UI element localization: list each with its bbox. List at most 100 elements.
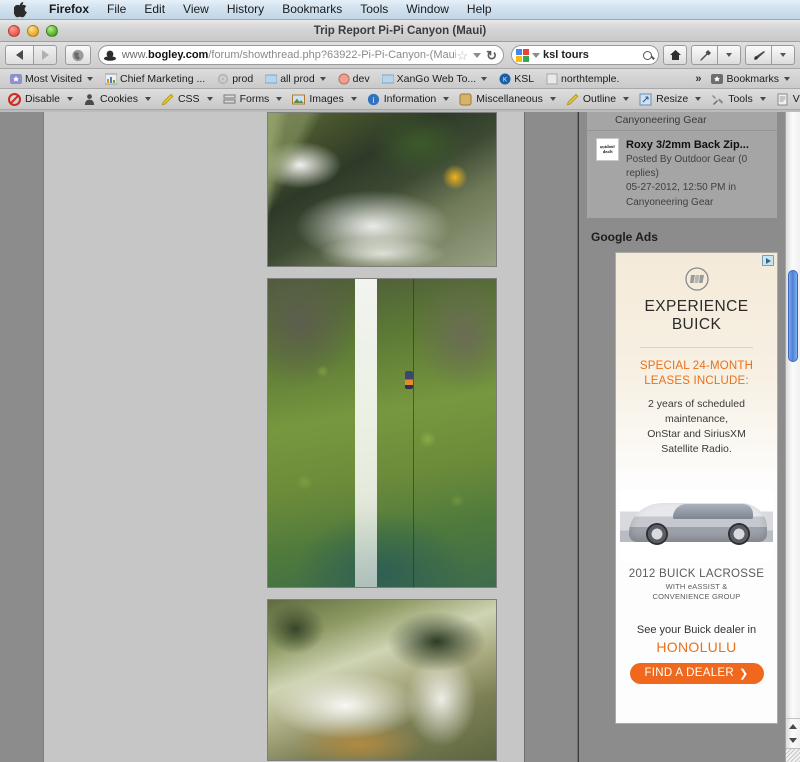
bookmark-prod[interactable]: prod: [211, 70, 259, 87]
bookmarks-folder-icon: [711, 73, 724, 85]
menu-item-view[interactable]: View: [174, 0, 218, 19]
menu-item-edit[interactable]: Edit: [135, 0, 174, 19]
search-input[interactable]: ksl tours: [540, 49, 643, 61]
bookmarks-menu-button[interactable]: Bookmarks: [705, 70, 796, 87]
pipette-dropdown-button[interactable]: [717, 45, 741, 65]
os-menu-bar: Firefox File Edit View History Bookmarks…: [0, 0, 800, 20]
cascade-pool-photo[interactable]: [267, 599, 497, 761]
menu-item-help[interactable]: Help: [458, 0, 501, 19]
chevron-down-icon: [87, 76, 93, 81]
vertical-scrollbar[interactable]: [785, 112, 800, 762]
bookmarks-menu-label: Bookmarks: [726, 72, 779, 85]
scrollbar-track[interactable]: [786, 112, 800, 718]
recent-post-item[interactable]: outdoor deals Roxy 3/2mm Back Zip... Pos…: [587, 131, 777, 219]
home-button[interactable]: [663, 45, 687, 65]
chevron-down-icon: [319, 76, 326, 81]
bookmark-northtemple[interactable]: northtemple.: [540, 70, 625, 87]
post-content-column: [240, 112, 524, 762]
window-resize-grip[interactable]: [786, 748, 800, 762]
globe-icon: [72, 49, 84, 61]
apple-logo-icon[interactable]: [14, 2, 28, 18]
devtool-css[interactable]: CSS: [156, 93, 218, 106]
zoom-button[interactable]: [46, 24, 58, 37]
devtool-forms[interactable]: Forms: [218, 93, 288, 106]
car-front-wheel: [645, 522, 668, 545]
minimize-button[interactable]: [27, 24, 39, 37]
reload-icon[interactable]: ↻: [486, 49, 497, 62]
adchoices-icon[interactable]: [762, 255, 774, 267]
devtool-resize[interactable]: Resize: [634, 93, 706, 106]
bookmark-xango-web-tools[interactable]: XanGo Web To...: [376, 70, 494, 87]
bookmark-dev[interactable]: dev: [332, 70, 376, 87]
color-picker-tool[interactable]: [691, 45, 741, 65]
chevron-down-icon: [350, 97, 357, 101]
measure-dropdown-button[interactable]: [771, 45, 795, 65]
buick-lacrosse-car-image: [620, 489, 773, 562]
waterfall-rappel-photo[interactable]: [267, 278, 497, 588]
menu-item-window[interactable]: Window: [397, 0, 458, 19]
search-engine-chevron-icon[interactable]: [532, 52, 540, 58]
site-identity-button[interactable]: [65, 45, 91, 65]
google-ad-buick[interactable]: EXPERIENCE BUICK SPECIAL 24-MONTH LEASES…: [615, 252, 778, 725]
bookmark-label: northtemple.: [561, 72, 620, 85]
devtool-tools[interactable]: Tools: [706, 93, 771, 106]
search-icon[interactable]: [643, 50, 652, 60]
close-button[interactable]: [8, 24, 20, 37]
photo-waterfall-stream: [268, 279, 496, 587]
pipette-button[interactable]: [691, 45, 717, 65]
devtool-disable[interactable]: Disable: [3, 92, 78, 106]
car-body-shape: [629, 502, 767, 545]
scrollbar-thumb[interactable]: [788, 270, 798, 362]
recent-post-title[interactable]: Roxy 3/2mm Back Zip...: [626, 138, 768, 152]
bookmark-ksl[interactable]: K KSL: [493, 70, 540, 87]
scroll-up-button[interactable]: [789, 723, 797, 729]
chevron-down-icon[interactable]: [473, 52, 482, 58]
post-left-column: [44, 112, 240, 762]
devtool-label: Information: [383, 93, 437, 105]
bookmark-star-icon[interactable]: ☆: [456, 49, 468, 62]
ad-cta-prefix: See your Buick dealer in: [636, 623, 757, 636]
forward-button[interactable]: [33, 45, 57, 65]
chevron-down-icon: [695, 97, 702, 101]
measure-icon: [753, 50, 765, 60]
menu-item-file[interactable]: File: [98, 0, 135, 19]
devtool-information[interactable]: i Information: [362, 93, 455, 106]
chevron-down-icon: [276, 97, 283, 101]
page-left-gutter: [0, 112, 43, 762]
canyoneers-above-waterfall-photo[interactable]: [267, 112, 497, 267]
search-bar[interactable]: ksl tours: [511, 45, 659, 65]
bookmarks-overflow-button[interactable]: »: [691, 73, 705, 85]
bookmark-chief-marketing[interactable]: Chief Marketing ...: [99, 70, 211, 87]
bookmark-most-visited[interactable]: Most Visited: [4, 70, 99, 87]
pipette-icon: [699, 49, 711, 61]
back-button[interactable]: [5, 45, 33, 65]
devtool-outline[interactable]: Outline: [561, 93, 634, 106]
menu-item-bookmarks[interactable]: Bookmarks: [273, 0, 351, 19]
find-a-dealer-button[interactable]: FIND A DEALER ❯: [629, 662, 764, 684]
devtool-cookies[interactable]: Cookies: [78, 93, 156, 106]
google-favicon-icon[interactable]: [515, 48, 530, 63]
devtool-view-source[interactable]: View Source: [771, 93, 800, 106]
photo-rope: [412, 279, 415, 587]
scrollbar-buttons: [786, 718, 800, 748]
measure-tool[interactable]: [745, 45, 795, 65]
window-title-bar: Trip Report Pi-Pi Canyon (Maui): [0, 20, 800, 42]
scroll-down-button[interactable]: [789, 738, 797, 744]
menu-item-tools[interactable]: Tools: [351, 0, 397, 19]
home-icon: [669, 50, 681, 60]
devtool-label: Cookies: [100, 93, 138, 105]
bookmark-all-prod[interactable]: all prod: [259, 70, 331, 87]
ad-model-name: 2012 BUICK LACROSSE: [628, 567, 765, 580]
devtool-miscellaneous[interactable]: Miscellaneous: [454, 93, 561, 106]
menu-item-history[interactable]: History: [218, 0, 273, 19]
devtool-images[interactable]: Images: [287, 93, 361, 106]
thumbnail-text: outdoor deals: [600, 144, 616, 155]
address-bar[interactable]: www.bogley.com/forum/showthread.php?6392…: [97, 45, 504, 65]
chevron-down-icon: [67, 97, 74, 101]
measure-button[interactable]: [745, 45, 771, 65]
menu-item-firefox[interactable]: Firefox: [40, 0, 98, 19]
ad-cta-city: HONOLULU: [656, 638, 737, 655]
ad-cta-block: See your Buick dealer in HONOLULU FIND A…: [616, 602, 777, 684]
recent-post-category-top: Canyoneering Gear: [587, 112, 777, 131]
back-arrow-icon: [16, 50, 23, 60]
